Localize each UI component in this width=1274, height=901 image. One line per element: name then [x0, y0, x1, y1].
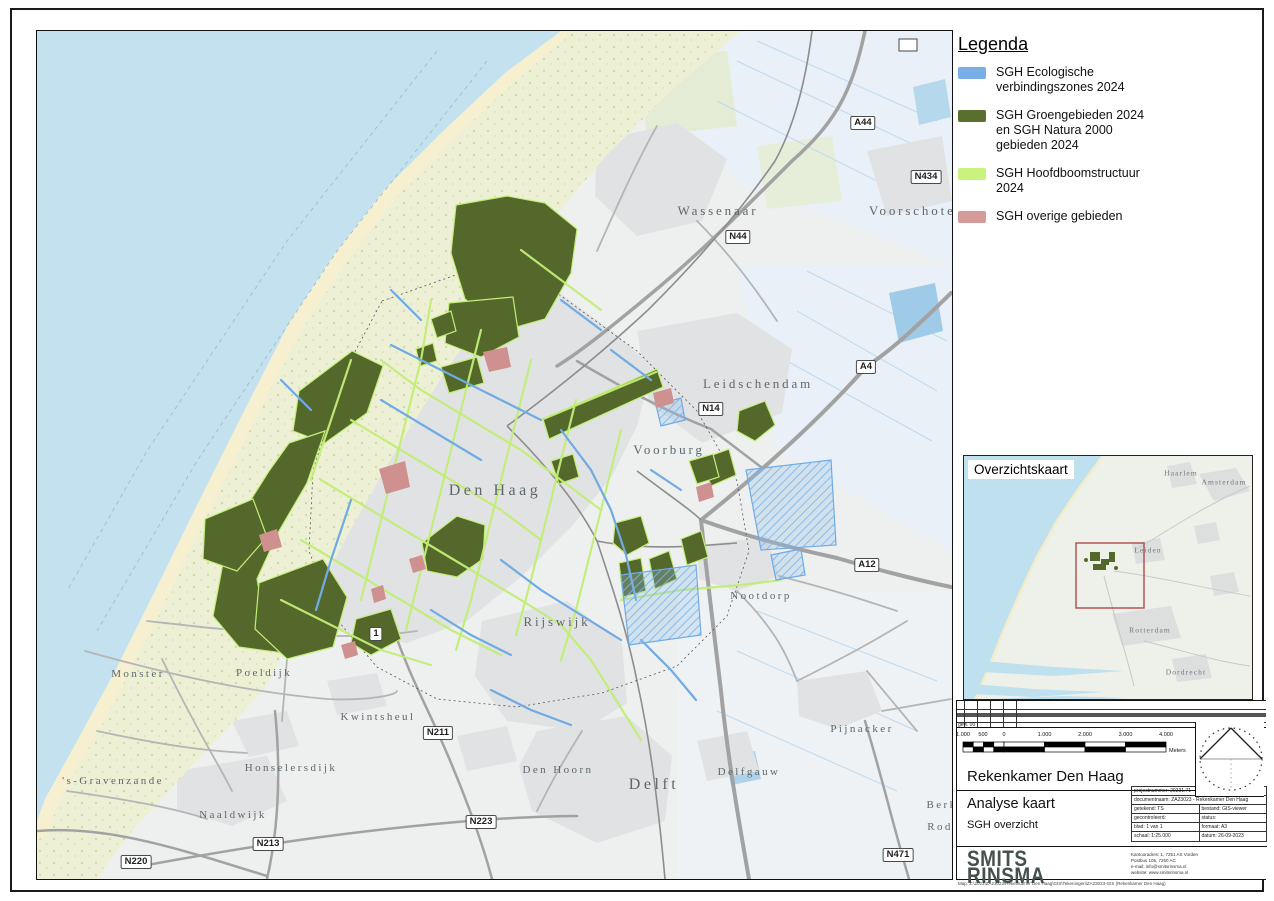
file-path-note: Map: Z:\2023\ZA23023\Rekenkamer Den Haag… [958, 881, 1166, 886]
meta-row-3: gecontroleerd:status: [1132, 814, 1266, 823]
legend-swatch-3 [958, 211, 986, 223]
document-subtitle: SGH overzicht [967, 819, 1038, 831]
road-shield-n44: N44 [725, 230, 750, 244]
legend-label-3: SGH overige gebieden [996, 209, 1122, 224]
map-sheet: Wassenaar Voorschoten Leidschendam Voorburg… [0, 0, 1274, 901]
map-label-nootdorp: Nootdorp [730, 590, 792, 602]
map-label-s-gravenzande: 's-Gravenzande [62, 775, 164, 787]
meta-cell-3-1: status: [1199, 814, 1267, 822]
revision-note: gew. 00 [958, 722, 975, 728]
overview-map: Overzichtskaart HaarlemAmsterdam Leiden Ro… [963, 455, 1253, 700]
overview-label-haarlem: Haarlem [1164, 469, 1198, 478]
scalebar-label-4: 2.000 [1078, 732, 1092, 738]
meta-cell-5-1: datum: 26-09-2023 [1199, 832, 1267, 841]
map-label-berk: Berk [926, 799, 953, 811]
legend-item-sgh-groengebieden-2024: SGH Groengebieden 2024en SGH Natura 2000… [958, 108, 1248, 153]
road-shield-1: 1 [369, 627, 382, 641]
road-shield-n211: N211 [423, 726, 453, 740]
north-arrow-box [1195, 722, 1264, 797]
legend-label-line: verbindingszones 2024 [996, 80, 1125, 95]
map-label-leidschendam: Leidschendam [703, 376, 813, 392]
legend-item-sgh-hoofdboomstructuur: SGH Hoofdboomstructuur2024 [958, 166, 1248, 196]
scalebar-unit: Meters [1169, 748, 1186, 754]
basemap-graphics [37, 31, 952, 879]
map-label-voorschoten: Voorschoten [869, 203, 953, 219]
meta-cell-2-0: getekend: TS [1132, 805, 1199, 813]
legend-label-line: SGH Ecologische [996, 65, 1125, 80]
scale-bar [961, 739, 1173, 755]
contact-line-3: website: www.smitsrinsma.nl [1131, 870, 1198, 876]
legend: Legenda SGH Ecologischeverbindingszones … [958, 34, 1248, 237]
map-label-den-hoorn: Den Hoorn [523, 764, 594, 776]
company-contact: Kantooradres: 1, 7251 AS VordenPostbus 1… [1131, 852, 1198, 876]
overview-graphics [964, 456, 1252, 699]
legend-label-line: gebieden 2024 [996, 138, 1144, 153]
north-arrow [1196, 722, 1265, 795]
map-label-voorburg: Voorburg [633, 442, 705, 458]
document-title: Analyse kaart [967, 796, 1055, 812]
overview-title: Overzichtskaart [968, 460, 1074, 479]
meta-cell-5-0: schaal: 1:25.000 [1132, 832, 1199, 841]
meta-row-5: schaal: 1:25.000datum: 26-09-2023 [1132, 832, 1266, 841]
legend-label-line: en SGH Natura 2000 [996, 123, 1144, 138]
legend-swatch-2 [958, 168, 986, 180]
road-shield-a4: A4 [856, 360, 876, 374]
meta-row-4: blad: 1 van 1formaat: A3 [1132, 823, 1266, 832]
legend-items: SGH Ecologischeverbindingszones 2024SGH … [958, 65, 1248, 224]
legend-title: Legenda [958, 34, 1248, 55]
legend-item-sgh-overige-gebieden: SGH overige gebieden [958, 209, 1248, 224]
road-shield-n434: N434 [911, 170, 942, 184]
legend-label-line: SGH overige gebieden [996, 209, 1122, 224]
meta-cell-1-0: documentnaam: ZA23023 - Rekenkamer Den H… [1132, 796, 1266, 804]
map-label-poeldijk: Poeldijk [236, 667, 292, 679]
overview-label-leiden: Leiden [1134, 546, 1162, 555]
map-label-rod: Rod [927, 821, 953, 833]
road-shield-n223: N223 [466, 815, 497, 829]
legend-label-1: SGH Groengebieden 2024en SGH Natura 2000… [996, 108, 1144, 153]
legend-label-0: SGH Ecologischeverbindingszones 2024 [996, 65, 1125, 95]
overview-label-rotterdam: Rotterdam [1129, 626, 1171, 635]
legend-label-line: SGH Groengebieden 2024 [996, 108, 1144, 123]
meta-cell-4-1: formaat: A3 [1199, 823, 1267, 831]
map-label-pijnacker: Pijnacker [830, 723, 893, 735]
map-label-monster: Monster [111, 668, 165, 680]
scalebar-label-6: 4.000 [1159, 732, 1173, 738]
legend-label-line: 2024 [996, 181, 1140, 196]
scalebar-label-3: 1.000 [1038, 732, 1052, 738]
map-label-delfgauw: Delfgauw [718, 766, 781, 778]
road-shield-n213: N213 [253, 837, 284, 851]
map-label-kwintsheul: Kwintsheul [341, 711, 416, 723]
road-shield-n14: N14 [698, 402, 723, 416]
scalebar-label-1: 500 [978, 732, 987, 738]
scalebar-label-5: 3.000 [1119, 732, 1133, 738]
map-label-den-haag: Den Haag [449, 482, 542, 500]
legend-item-sgh-ecologische: SGH Ecologischeverbindingszones 2024 [958, 65, 1248, 95]
scalebar-label-0: 1.000 [956, 732, 970, 738]
road-shield-n471: N471 [883, 848, 914, 862]
map-label-honselersdijk: Honselersdijk [245, 762, 338, 774]
meta-cell-3-0: gecontroleerd: [1132, 814, 1199, 822]
road-shield-n220: N220 [121, 855, 152, 869]
scalebar-label-2: 0 [1002, 732, 1005, 738]
map-label-naaldwijk: Naaldwijk [199, 809, 267, 821]
overview-label-dordrecht: Dordrecht [1166, 668, 1207, 677]
legend-swatch-0 [958, 67, 986, 79]
legend-swatch-1 [958, 110, 986, 122]
map-label-wassenaar: Wassenaar [678, 203, 759, 219]
map-label-rijswijk: Rijswijk [524, 614, 591, 630]
meta-cell-2-1: bestand: GIS-viewer [1199, 805, 1267, 813]
meta-cell-4-0: blad: 1 van 1 [1132, 823, 1199, 831]
legend-label-2: SGH Hoofdboomstructuur2024 [996, 166, 1140, 196]
legend-label-line: SGH Hoofdboomstructuur [996, 166, 1140, 181]
main-map: Wassenaar Voorschoten Leidschendam Voorburg… [36, 30, 953, 880]
client-name: Rekenkamer Den Haag [967, 768, 1124, 785]
meta-row-2: getekend: TSbestand: GIS-viewer [1132, 805, 1266, 814]
overview-label-amsterdam: Amsterdam [1201, 478, 1246, 487]
road-shield-a44: A44 [850, 116, 875, 130]
road-shield-a12: A12 [854, 558, 879, 572]
meta-row-1: documentnaam: ZA23023 - Rekenkamer Den H… [1132, 796, 1266, 805]
map-label-delft: Delft [629, 776, 679, 794]
